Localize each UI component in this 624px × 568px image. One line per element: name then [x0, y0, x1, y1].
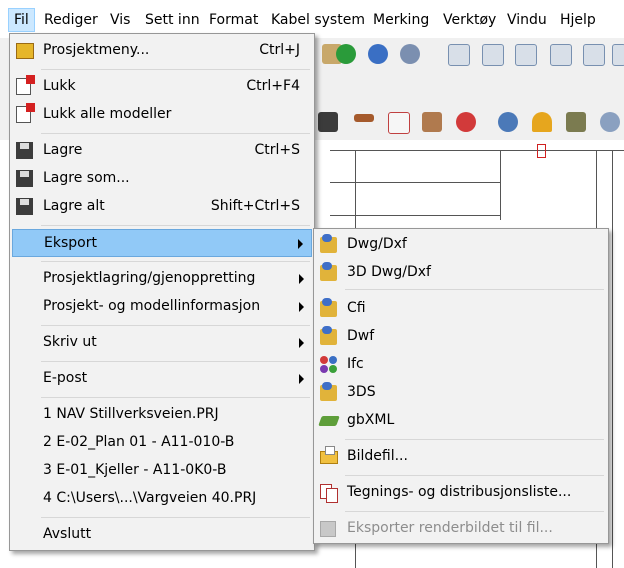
file-menu: Prosjektmeny... Ctrl+J Lukk Ctrl+F4 Lukk… — [9, 33, 315, 551]
dwf-icon — [320, 326, 337, 345]
view-icon[interactable] — [583, 44, 605, 66]
menu-item-export[interactable]: Eksport — [12, 229, 312, 257]
export-item-dwf[interactable]: Dwf — [316, 323, 606, 351]
film-icon[interactable] — [318, 112, 338, 132]
menu-separator — [345, 439, 604, 440]
export-item-dwg-dxf[interactable]: Dwg/Dxf — [316, 231, 606, 259]
menu-cable-system[interactable]: Kabel system — [266, 9, 370, 31]
green-arrow-icon[interactable] — [336, 44, 356, 64]
menu-separator — [345, 289, 604, 290]
save-all-icon — [16, 198, 33, 215]
submenu-arrow-icon — [299, 274, 304, 284]
drawing-list-icon — [320, 484, 338, 503]
3ds-icon — [320, 382, 337, 401]
bell-icon[interactable] — [532, 112, 552, 132]
drawing-line — [500, 150, 501, 220]
save-icon — [16, 142, 33, 159]
menu-view[interactable]: Vis — [105, 9, 135, 31]
recent-file-2[interactable]: 2 E-02_Plan 01 - A11-010-B — [12, 429, 312, 457]
menu-insert[interactable]: Sett inn — [140, 9, 205, 31]
export-item-render-image[interactable]: Eksporter renderbildet til fil... — [316, 515, 606, 543]
submenu-arrow-icon — [299, 338, 304, 348]
menu-separator — [41, 325, 310, 326]
menu-format[interactable]: Format — [204, 9, 263, 31]
view-2-icon[interactable] — [612, 44, 624, 66]
export-item-gbxml[interactable]: gbXML — [316, 407, 606, 435]
recent-file-4[interactable]: 4 C:\Users\...\Vargveien 40.PRJ — [12, 485, 312, 513]
zoom-icon[interactable] — [448, 44, 470, 66]
render-export-icon — [320, 521, 336, 537]
menu-item-close[interactable]: Lukk Ctrl+F4 — [12, 73, 312, 101]
3d-dwg-dxf-icon — [320, 262, 337, 281]
menu-edit[interactable]: Rediger — [39, 9, 103, 31]
menu-separator — [345, 511, 604, 512]
zoom-window-icon[interactable] — [482, 44, 504, 66]
menu-item-exit[interactable]: Avslutt — [12, 521, 312, 549]
export-item-cfi[interactable]: Cfi — [316, 295, 606, 323]
gbxml-icon — [318, 416, 340, 426]
clock-icon[interactable] — [600, 112, 620, 132]
drawing-line — [330, 150, 624, 151]
panel-icon[interactable] — [422, 112, 442, 132]
cfi-icon — [320, 298, 337, 317]
wave-icon[interactable] — [388, 112, 410, 134]
submenu-arrow-icon — [299, 302, 304, 312]
close-all-models-icon — [16, 103, 35, 123]
drawing-line — [612, 150, 613, 568]
export-item-3ds[interactable]: 3DS — [316, 379, 606, 407]
menu-separator — [41, 69, 310, 70]
image-file-icon — [320, 446, 338, 464]
menu-item-close-all[interactable]: Lukk alle modeller — [12, 101, 312, 129]
menu-file[interactable]: Fil — [8, 8, 35, 32]
export-item-drawing-list[interactable]: Tegnings- og distribusjonsliste... — [316, 479, 606, 507]
menu-item-project-info[interactable]: Prosjekt- og modellinformasjon — [12, 293, 312, 321]
menu-separator — [41, 261, 310, 262]
export-submenu: Dwg/Dxf 3D Dwg/Dxf Cfi Dwf Ifc 3DS gbXML… — [313, 228, 609, 544]
drawing-symbol — [537, 144, 546, 158]
menu-separator — [41, 133, 310, 134]
menu-separator — [41, 517, 310, 518]
project-menu-icon — [16, 43, 34, 59]
menu-window[interactable]: Vindu — [502, 9, 552, 31]
menu-item-save-as[interactable]: Lagre som... — [12, 165, 312, 193]
x-axis-icon[interactable] — [515, 44, 537, 66]
dwg-dxf-icon — [320, 234, 337, 253]
submenu-arrow-icon — [298, 239, 303, 249]
document-icon[interactable] — [566, 112, 586, 132]
menu-marking[interactable]: Merking — [368, 9, 434, 31]
menu-tools[interactable]: Verktøy — [438, 9, 501, 31]
export-item-ifc[interactable]: Ifc — [316, 351, 606, 379]
menu-separator — [41, 225, 310, 226]
ifc-icon — [320, 356, 338, 374]
save-as-icon — [16, 170, 33, 187]
recent-file-1[interactable]: 1 NAV Stillverksveien.PRJ — [12, 401, 312, 429]
menu-separator — [41, 397, 310, 398]
menu-item-project-menu[interactable]: Prosjektmeny... Ctrl+J — [12, 37, 312, 65]
export-item-3d-dwg-dxf[interactable]: 3D Dwg/Dxf — [316, 259, 606, 287]
menu-item-project-backup[interactable]: Prosjektlagring/gjenoppretting — [12, 265, 312, 293]
menu-item-email[interactable]: E-post — [12, 365, 312, 393]
y-axis-icon[interactable] — [550, 44, 572, 66]
network-icon[interactable] — [498, 112, 518, 132]
submenu-arrow-icon — [299, 374, 304, 384]
menu-item-save[interactable]: Lagre Ctrl+S — [12, 137, 312, 165]
recent-file-3[interactable]: 3 E-01_Kjeller - A11-0K0-B — [12, 457, 312, 485]
export-item-image-file[interactable]: Bildefil... — [316, 443, 606, 471]
globe-icon[interactable] — [368, 44, 388, 64]
render-icon[interactable] — [400, 44, 420, 64]
menu-separator — [345, 475, 604, 476]
fixture-icon[interactable] — [354, 114, 374, 122]
close-model-icon — [16, 75, 35, 95]
t-circle-icon[interactable] — [456, 112, 476, 132]
menu-item-print[interactable]: Skriv ut — [12, 329, 312, 357]
menu-item-save-all[interactable]: Lagre alt Shift+Ctrl+S — [12, 193, 312, 221]
menu-help[interactable]: Hjelp — [555, 9, 601, 31]
menu-separator — [41, 361, 310, 362]
